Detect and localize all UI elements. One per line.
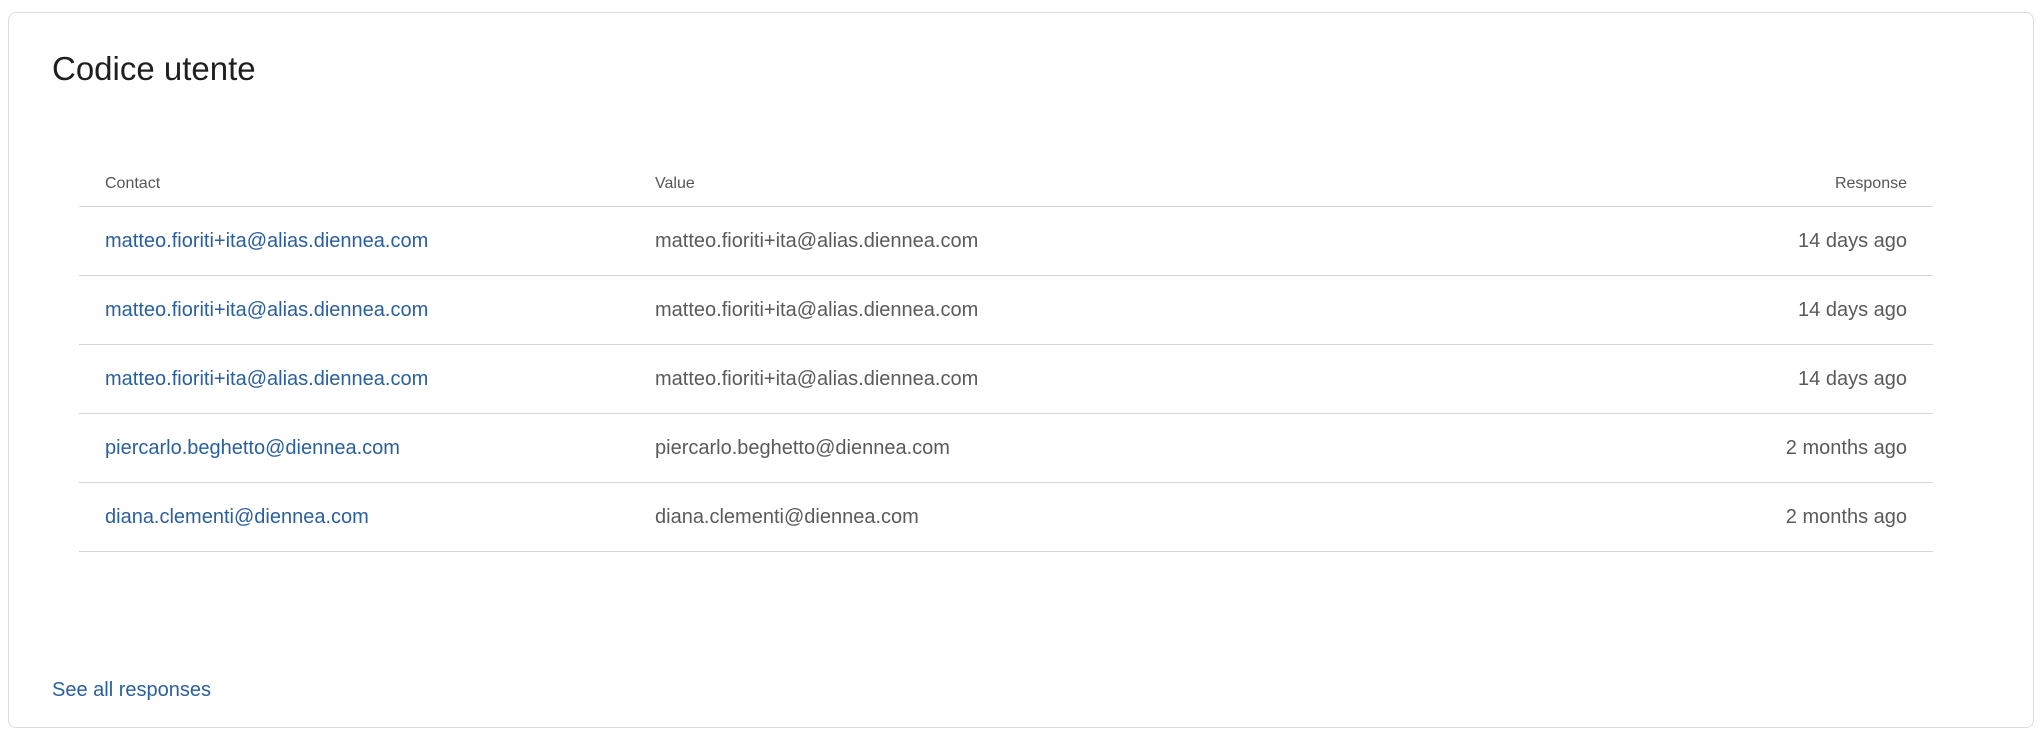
contact-link[interactable]: matteo.fioriti+ita@alias.diennea.com — [105, 230, 428, 252]
contact-cell: matteo.fioriti+ita@alias.diennea.com — [79, 275, 629, 345]
response-time-cell: 14 days ago — [1633, 206, 1933, 276]
table-row: diana.clementi@diennea.com diana.clement… — [79, 482, 1933, 552]
response-time-cell: 2 months ago — [1633, 482, 1933, 552]
table-header-row: Contact Value Response — [79, 161, 1933, 207]
value-cell: matteo.fioriti+ita@alias.diennea.com — [629, 206, 1633, 276]
column-header-value: Value — [629, 161, 1633, 207]
contact-link[interactable]: matteo.fioriti+ita@alias.diennea.com — [105, 368, 428, 390]
table-row: matteo.fioriti+ita@alias.diennea.com mat… — [79, 206, 1933, 276]
table-row: piercarlo.beghetto@diennea.com piercarlo… — [79, 413, 1933, 483]
see-all-responses-link[interactable]: See all responses — [52, 679, 211, 702]
contact-cell: diana.clementi@diennea.com — [79, 482, 629, 552]
value-cell: matteo.fioriti+ita@alias.diennea.com — [629, 344, 1633, 414]
contact-cell: matteo.fioriti+ita@alias.diennea.com — [79, 344, 629, 414]
table-row: matteo.fioriti+ita@alias.diennea.com mat… — [79, 275, 1933, 345]
response-time-cell: 14 days ago — [1633, 344, 1933, 414]
contact-link[interactable]: matteo.fioriti+ita@alias.diennea.com — [105, 299, 428, 321]
table-header: Contact Value Response — [79, 161, 1933, 207]
contact-cell: piercarlo.beghetto@diennea.com — [79, 413, 629, 483]
responses-card: Codice utente Contact Value Response mat… — [8, 12, 2034, 728]
contact-link[interactable]: diana.clementi@diennea.com — [105, 506, 369, 528]
value-cell: diana.clementi@diennea.com — [629, 482, 1633, 552]
response-time-cell: 2 months ago — [1633, 413, 1933, 483]
contact-cell: matteo.fioriti+ita@alias.diennea.com — [79, 206, 629, 276]
responses-table: Contact Value Response matteo.fioriti+it… — [79, 161, 1933, 552]
value-cell: piercarlo.beghetto@diennea.com — [629, 413, 1633, 483]
table-row: matteo.fioriti+ita@alias.diennea.com mat… — [79, 344, 1933, 414]
contact-link[interactable]: piercarlo.beghetto@diennea.com — [105, 437, 400, 459]
response-time-cell: 14 days ago — [1633, 275, 1933, 345]
value-cell: matteo.fioriti+ita@alias.diennea.com — [629, 275, 1633, 345]
column-header-contact: Contact — [79, 161, 629, 207]
card-title: Codice utente — [52, 50, 256, 87]
table-body: matteo.fioriti+ita@alias.diennea.com mat… — [79, 206, 1933, 552]
column-header-response: Response — [1633, 161, 1933, 207]
